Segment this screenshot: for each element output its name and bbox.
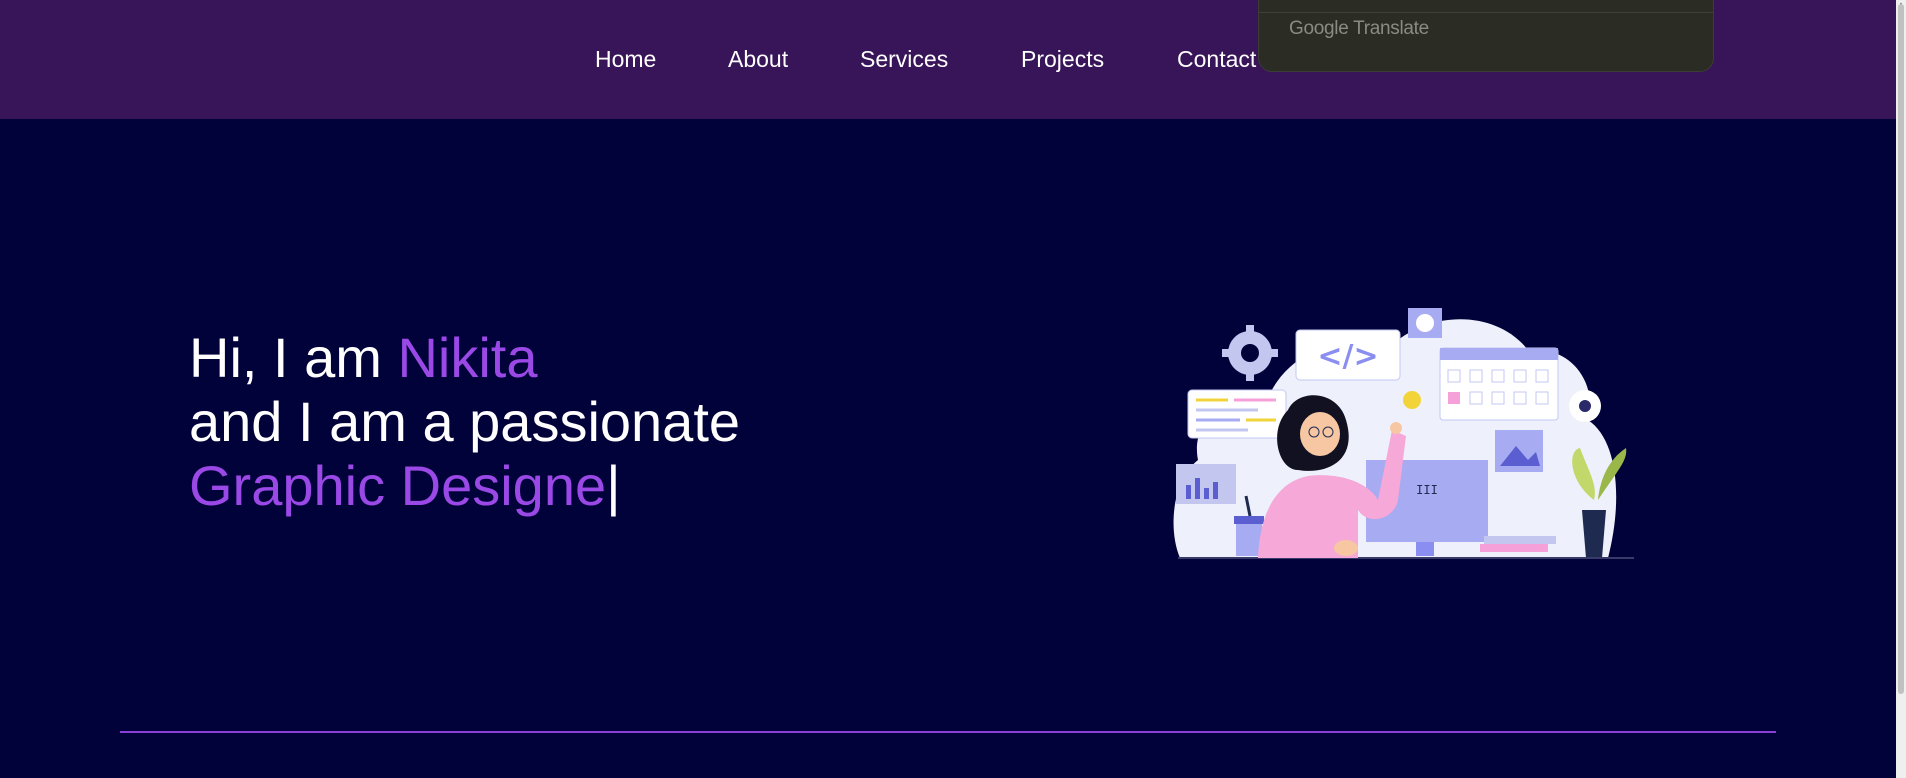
page-scrollbar[interactable]: ▲ <box>1896 0 1906 778</box>
scrollbar-thumb[interactable] <box>1898 4 1904 694</box>
google-translate-brand: Google Translate <box>1289 18 1429 40</box>
hero-heading: Hi, I am Nikita and I am a passionate Gr… <box>189 326 740 518</box>
nav-link-services[interactable]: Services <box>860 44 948 74</box>
google-wordmark: Google <box>1289 18 1349 39</box>
google-translate-popup[interactable]: Google Translate <box>1258 0 1714 72</box>
typed-role: Graphic Designe <box>189 454 607 517</box>
designer-at-computer-illustration: </> III <box>1173 308 1634 559</box>
section-divider <box>120 731 1776 733</box>
gear-small-icon <box>1569 390 1601 422</box>
nav-link-home[interactable]: Home <box>595 44 656 74</box>
nav-link-projects[interactable]: Projects <box>1021 44 1104 74</box>
translate-label: Translate <box>1353 18 1429 39</box>
nav-link-contact[interactable]: Contact <box>1177 44 1256 74</box>
code-tag-icon: </> <box>1317 339 1378 374</box>
popup-divider <box>1259 12 1713 13</box>
hero-subtitle-line: and I am a passionate <box>189 390 741 453</box>
typing-cursor: | <box>606 454 621 517</box>
svg-text:III: III <box>1416 483 1438 497</box>
hero-name: Nikita <box>397 326 538 389</box>
nav-link-about[interactable]: About <box>728 44 788 74</box>
gear-icon <box>1222 325 1278 381</box>
hero-role-line: Graphic Designe| <box>189 454 740 518</box>
hero-greeting-line: Hi, I am Nikita <box>189 326 740 390</box>
greeting-prefix: Hi, I am <box>189 326 398 389</box>
